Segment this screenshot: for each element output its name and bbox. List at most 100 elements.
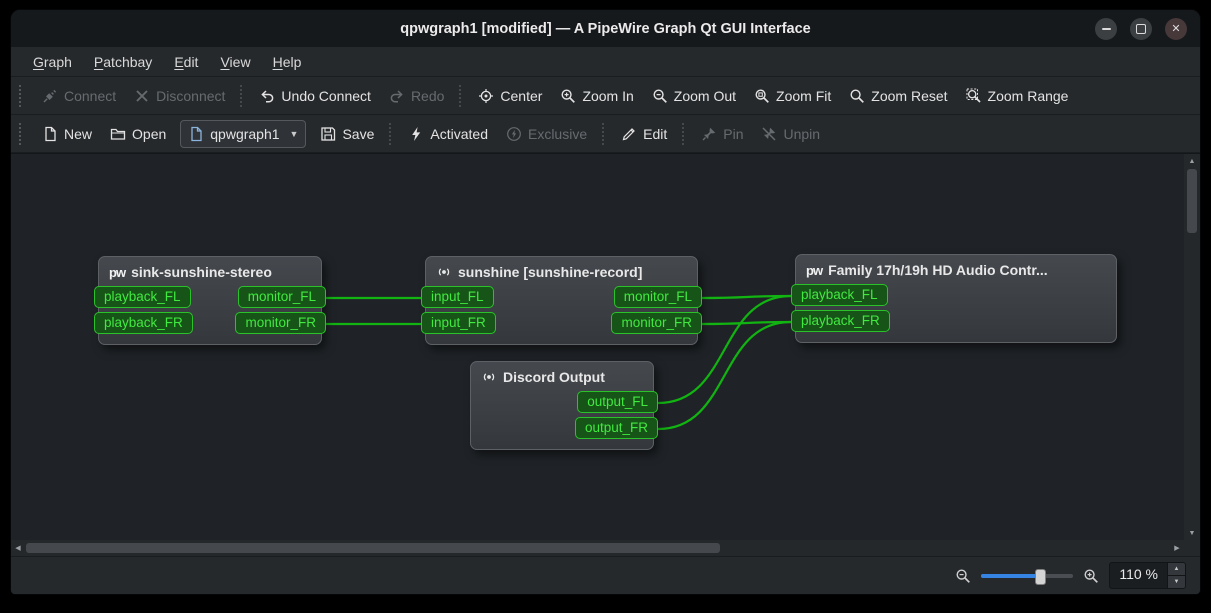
scroll-down-icon[interactable]: ▼ (1185, 526, 1199, 540)
save-button[interactable]: Save (311, 120, 383, 148)
port-playback-fr[interactable]: playback_FR (94, 312, 193, 334)
toolbar-separator (602, 123, 606, 145)
menu-patchbay[interactable]: Patchbay (84, 50, 162, 74)
undo-connect-button[interactable]: Undo Connect (250, 82, 380, 110)
unpin-label: Unpin (783, 126, 820, 142)
maximize-button[interactable] (1130, 18, 1152, 40)
open-button[interactable]: Open (101, 120, 175, 148)
vertical-scrollbar[interactable]: ▲ ▼ (1184, 153, 1200, 540)
scroll-left-icon[interactable]: ◀ (11, 541, 25, 555)
center-button[interactable]: Center (469, 82, 551, 110)
port-monitor-fr[interactable]: monitor_FR (611, 312, 702, 334)
node-discord-output[interactable]: Discord Output output_FL output_FR (470, 361, 654, 450)
connect-icon (42, 88, 58, 104)
node-header: pw sink-sunshine-stereo (99, 257, 321, 285)
port-input-fl[interactable]: input_FL (421, 286, 494, 308)
new-button[interactable]: New (33, 120, 101, 148)
connect-label: Connect (64, 88, 116, 104)
zoom-out-label: Zoom Out (674, 88, 736, 104)
zoom-in-icon (1083, 568, 1099, 584)
unpin-button[interactable]: Unpin (752, 120, 829, 148)
toolbar-drag-handle[interactable] (19, 85, 27, 107)
node-header: Discord Output (471, 362, 653, 390)
scroll-up-icon[interactable]: ▲ (1185, 154, 1199, 168)
zoom-slider-handle[interactable] (1035, 569, 1046, 585)
port-output-fl[interactable]: output_FL (577, 391, 658, 413)
chevron-down-icon: ▼ (286, 129, 299, 139)
port-monitor-fr[interactable]: monitor_FR (235, 312, 326, 334)
disconnect-icon (134, 88, 150, 104)
spin-down-button[interactable]: ▼ (1168, 576, 1185, 588)
menu-edit[interactable]: Edit (164, 50, 208, 74)
edit-pencil-icon (621, 126, 637, 142)
new-document-icon (42, 126, 58, 142)
port-output-fr[interactable]: output_FR (575, 417, 658, 439)
undo-label: Undo Connect (281, 88, 371, 104)
menu-help[interactable]: Help (263, 50, 312, 74)
horizontal-scrollbar[interactable]: ◀ ▶ (11, 540, 1184, 556)
output-ports: monitor_FL monitor_FR (235, 286, 321, 334)
edit-button[interactable]: Edit (612, 120, 676, 148)
zoom-range-button[interactable]: Zoom Range (957, 82, 1078, 110)
node-header: pw Family 17h/19h HD Audio Contr... (796, 255, 1116, 283)
input-ports: input_FL input_FR (426, 286, 496, 334)
zoom-out-button[interactable]: Zoom Out (643, 82, 745, 110)
port-playback-fl[interactable]: playback_FL (791, 284, 888, 306)
redo-label: Redo (411, 88, 444, 104)
toolbar-graph: Connect Disconnect Undo Connect Redo Cen… (11, 77, 1200, 115)
port-playback-fl[interactable]: playback_FL (94, 286, 191, 308)
graph-canvas[interactable]: pw sink-sunshine-stereo playback_FL play… (11, 153, 1184, 540)
patchbay-file-icon (188, 126, 204, 142)
port-monitor-fl[interactable]: monitor_FL (238, 286, 326, 308)
toolbar-separator (389, 123, 393, 145)
open-folder-icon (110, 126, 126, 142)
scroll-right-icon[interactable]: ▶ (1170, 541, 1184, 555)
zoom-reset-button[interactable]: Zoom Reset (840, 82, 956, 110)
connect-button[interactable]: Connect (33, 82, 125, 110)
minimize-button[interactable] (1095, 18, 1117, 40)
toolbar-drag-handle[interactable] (19, 123, 27, 145)
app-window: qpwgraph1 [modified] — A PipeWire Graph … (10, 9, 1201, 595)
titlebar: qpwgraph1 [modified] — A PipeWire Graph … (11, 10, 1200, 47)
window-title: qpwgraph1 [modified] — A PipeWire Graph … (11, 21, 1200, 37)
exclusive-icon (506, 126, 522, 142)
record-stream-icon (481, 369, 497, 385)
port-input-fr[interactable]: input_FR (421, 312, 496, 334)
connection-wires (11, 154, 1184, 540)
zoom-slider[interactable] (981, 568, 1073, 584)
vertical-scroll-handle[interactable] (1187, 169, 1197, 233)
exclusive-button[interactable]: Exclusive (497, 120, 596, 148)
maximize-icon (1136, 24, 1146, 34)
output-ports: monitor_FL monitor_FR (611, 286, 697, 334)
port-monitor-fl[interactable]: monitor_FL (614, 286, 702, 308)
minimize-icon (1102, 28, 1111, 30)
spin-buttons: ▲ ▼ (1167, 563, 1185, 588)
zoom-in-label: Zoom In (582, 88, 633, 104)
port-playback-fr[interactable]: playback_FR (791, 310, 890, 332)
menu-graph[interactable]: Graph (23, 50, 82, 74)
center-icon (478, 88, 494, 104)
node-title: sunshine [sunshine-record] (458, 264, 642, 280)
node-sink-sunshine-stereo[interactable]: pw sink-sunshine-stereo playback_FL play… (98, 256, 322, 345)
zoom-reset-label: Zoom Reset (871, 88, 947, 104)
redo-button[interactable]: Redo (380, 82, 453, 110)
zoom-out-icon (955, 568, 971, 584)
toolbar-separator (459, 85, 463, 107)
zoom-fit-button[interactable]: Zoom Fit (745, 82, 840, 110)
node-family-hd-audio[interactable]: pw Family 17h/19h HD Audio Contr... play… (795, 254, 1117, 343)
menu-view[interactable]: View (210, 50, 260, 74)
activated-bolt-icon (408, 126, 424, 142)
horizontal-scroll-handle[interactable] (26, 543, 720, 553)
node-title: Family 17h/19h HD Audio Contr... (828, 262, 1048, 278)
disconnect-button[interactable]: Disconnect (125, 82, 234, 110)
patchbay-selector[interactable]: qpwgraph1 ▼ (180, 120, 306, 148)
node-sunshine[interactable]: sunshine [sunshine-record] input_FL inpu… (425, 256, 698, 345)
close-button[interactable]: ✕ (1165, 18, 1187, 40)
pin-button[interactable]: Pin (692, 120, 752, 148)
spin-up-button[interactable]: ▲ (1168, 563, 1185, 576)
zoom-value[interactable]: 110 % (1110, 563, 1167, 588)
zoom-in-button[interactable]: Zoom In (551, 82, 642, 110)
zoom-spinbox[interactable]: 110 % ▲ ▼ (1109, 562, 1186, 589)
zoom-slider-fill (981, 574, 1039, 578)
activated-button[interactable]: Activated (399, 120, 497, 148)
